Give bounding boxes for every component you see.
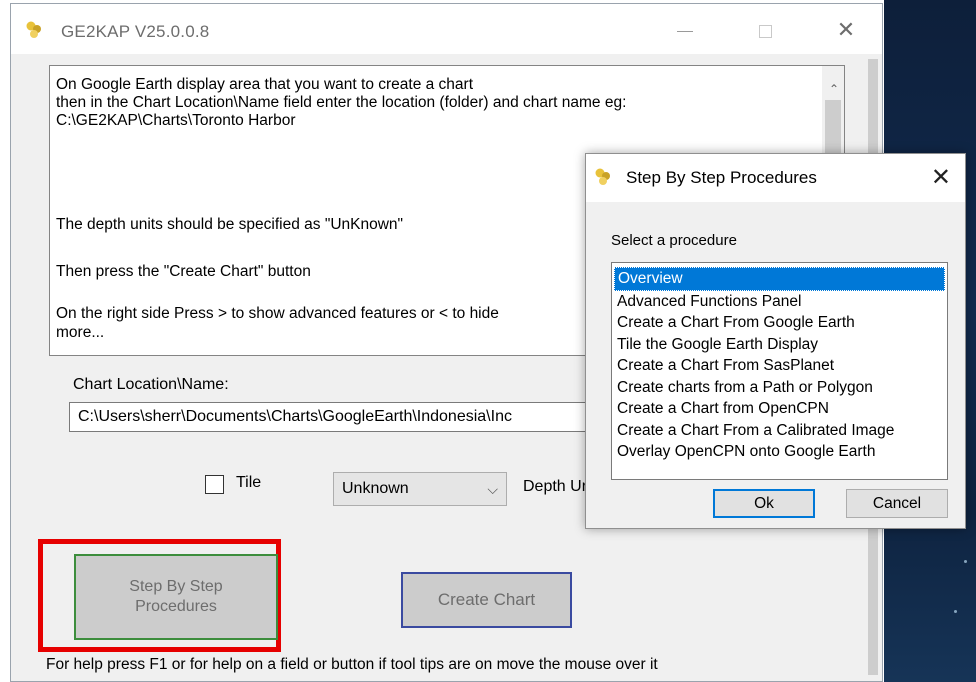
window-title: GE2KAP V25.0.0.8 bbox=[61, 22, 210, 41]
chart-location-label: Chart Location\Name: bbox=[73, 376, 229, 393]
instruction-line: Then press the "Create Chart" button bbox=[56, 263, 311, 280]
depth-units-select[interactable]: Unknown ⌵ bbox=[333, 472, 507, 506]
minimize-icon bbox=[677, 30, 693, 32]
cancel-button[interactable]: Cancel bbox=[846, 489, 948, 518]
scroll-up-icon[interactable]: ⌃ bbox=[829, 80, 839, 98]
maximize-icon bbox=[758, 24, 772, 38]
instruction-line: On the right side Press > to show advanc… bbox=[56, 305, 499, 322]
procedure-item[interactable]: Create charts from a Path or Polygon bbox=[614, 377, 945, 399]
step-by-step-label-line1: Step By Step bbox=[129, 578, 223, 595]
procedure-item[interactable]: Create a Chart From a Calibrated Image bbox=[614, 420, 945, 442]
help-text: For help press F1 or for help on a field… bbox=[46, 656, 658, 673]
tile-checkbox[interactable] bbox=[205, 475, 224, 494]
instruction-line: then in the Chart Location\Name field en… bbox=[56, 94, 627, 111]
chart-location-input[interactable]: C:\Users\sherr\Documents\Charts\GoogleEa… bbox=[69, 402, 609, 432]
procedure-item[interactable]: Overlay OpenCPN onto Google Earth bbox=[614, 441, 945, 463]
step-by-step-label-line2: Procedures bbox=[135, 598, 217, 615]
procedure-item[interactable]: Create a Chart From SasPlanet bbox=[614, 355, 945, 377]
instruction-line: C:\GE2KAP\Charts\Toronto Harbor bbox=[56, 112, 296, 129]
procedure-item[interactable]: Tile the Google Earth Display bbox=[614, 334, 945, 356]
dialog-title-bar[interactable]: Step By Step Procedures ✕ bbox=[586, 154, 965, 202]
step-by-step-dialog: Step By Step Procedures ✕ Select a proce… bbox=[585, 153, 966, 529]
tile-label: Tile bbox=[236, 474, 262, 491]
app-icon bbox=[26, 21, 41, 38]
title-bar[interactable]: GE2KAP V25.0.0.8 ✕ bbox=[11, 4, 882, 54]
procedure-item[interactable]: Create a Chart From Google Earth bbox=[614, 312, 945, 334]
procedure-list[interactable]: Overview Advanced Functions Panel Create… bbox=[611, 262, 948, 480]
procedure-item[interactable]: Create a Chart from OpenCPN bbox=[614, 398, 945, 420]
instruction-line: more... bbox=[56, 324, 105, 341]
depth-units-label: Depth Ur bbox=[523, 478, 588, 495]
app-icon bbox=[595, 168, 610, 185]
instruction-line: On Google Earth display area that you wa… bbox=[56, 76, 474, 93]
depth-units-value: Unknown bbox=[342, 480, 409, 497]
procedure-item[interactable]: Overview bbox=[614, 267, 945, 291]
instruction-line: The depth units should be specified as "… bbox=[56, 216, 404, 233]
maximize-button[interactable] bbox=[745, 18, 785, 42]
dialog-close-button[interactable]: ✕ bbox=[931, 163, 951, 192]
step-by-step-button[interactable]: Step By Step Procedures bbox=[74, 554, 278, 640]
ok-button[interactable]: Ok bbox=[713, 489, 815, 518]
minimize-button[interactable] bbox=[665, 18, 705, 42]
create-chart-button[interactable]: Create Chart bbox=[401, 572, 572, 628]
close-button[interactable]: ✕ bbox=[826, 18, 866, 42]
select-procedure-label: Select a procedure bbox=[611, 232, 737, 249]
procedure-item[interactable]: Advanced Functions Panel bbox=[614, 291, 945, 313]
chevron-down-icon: ⌵ bbox=[487, 481, 498, 497]
dialog-title: Step By Step Procedures bbox=[626, 168, 817, 187]
